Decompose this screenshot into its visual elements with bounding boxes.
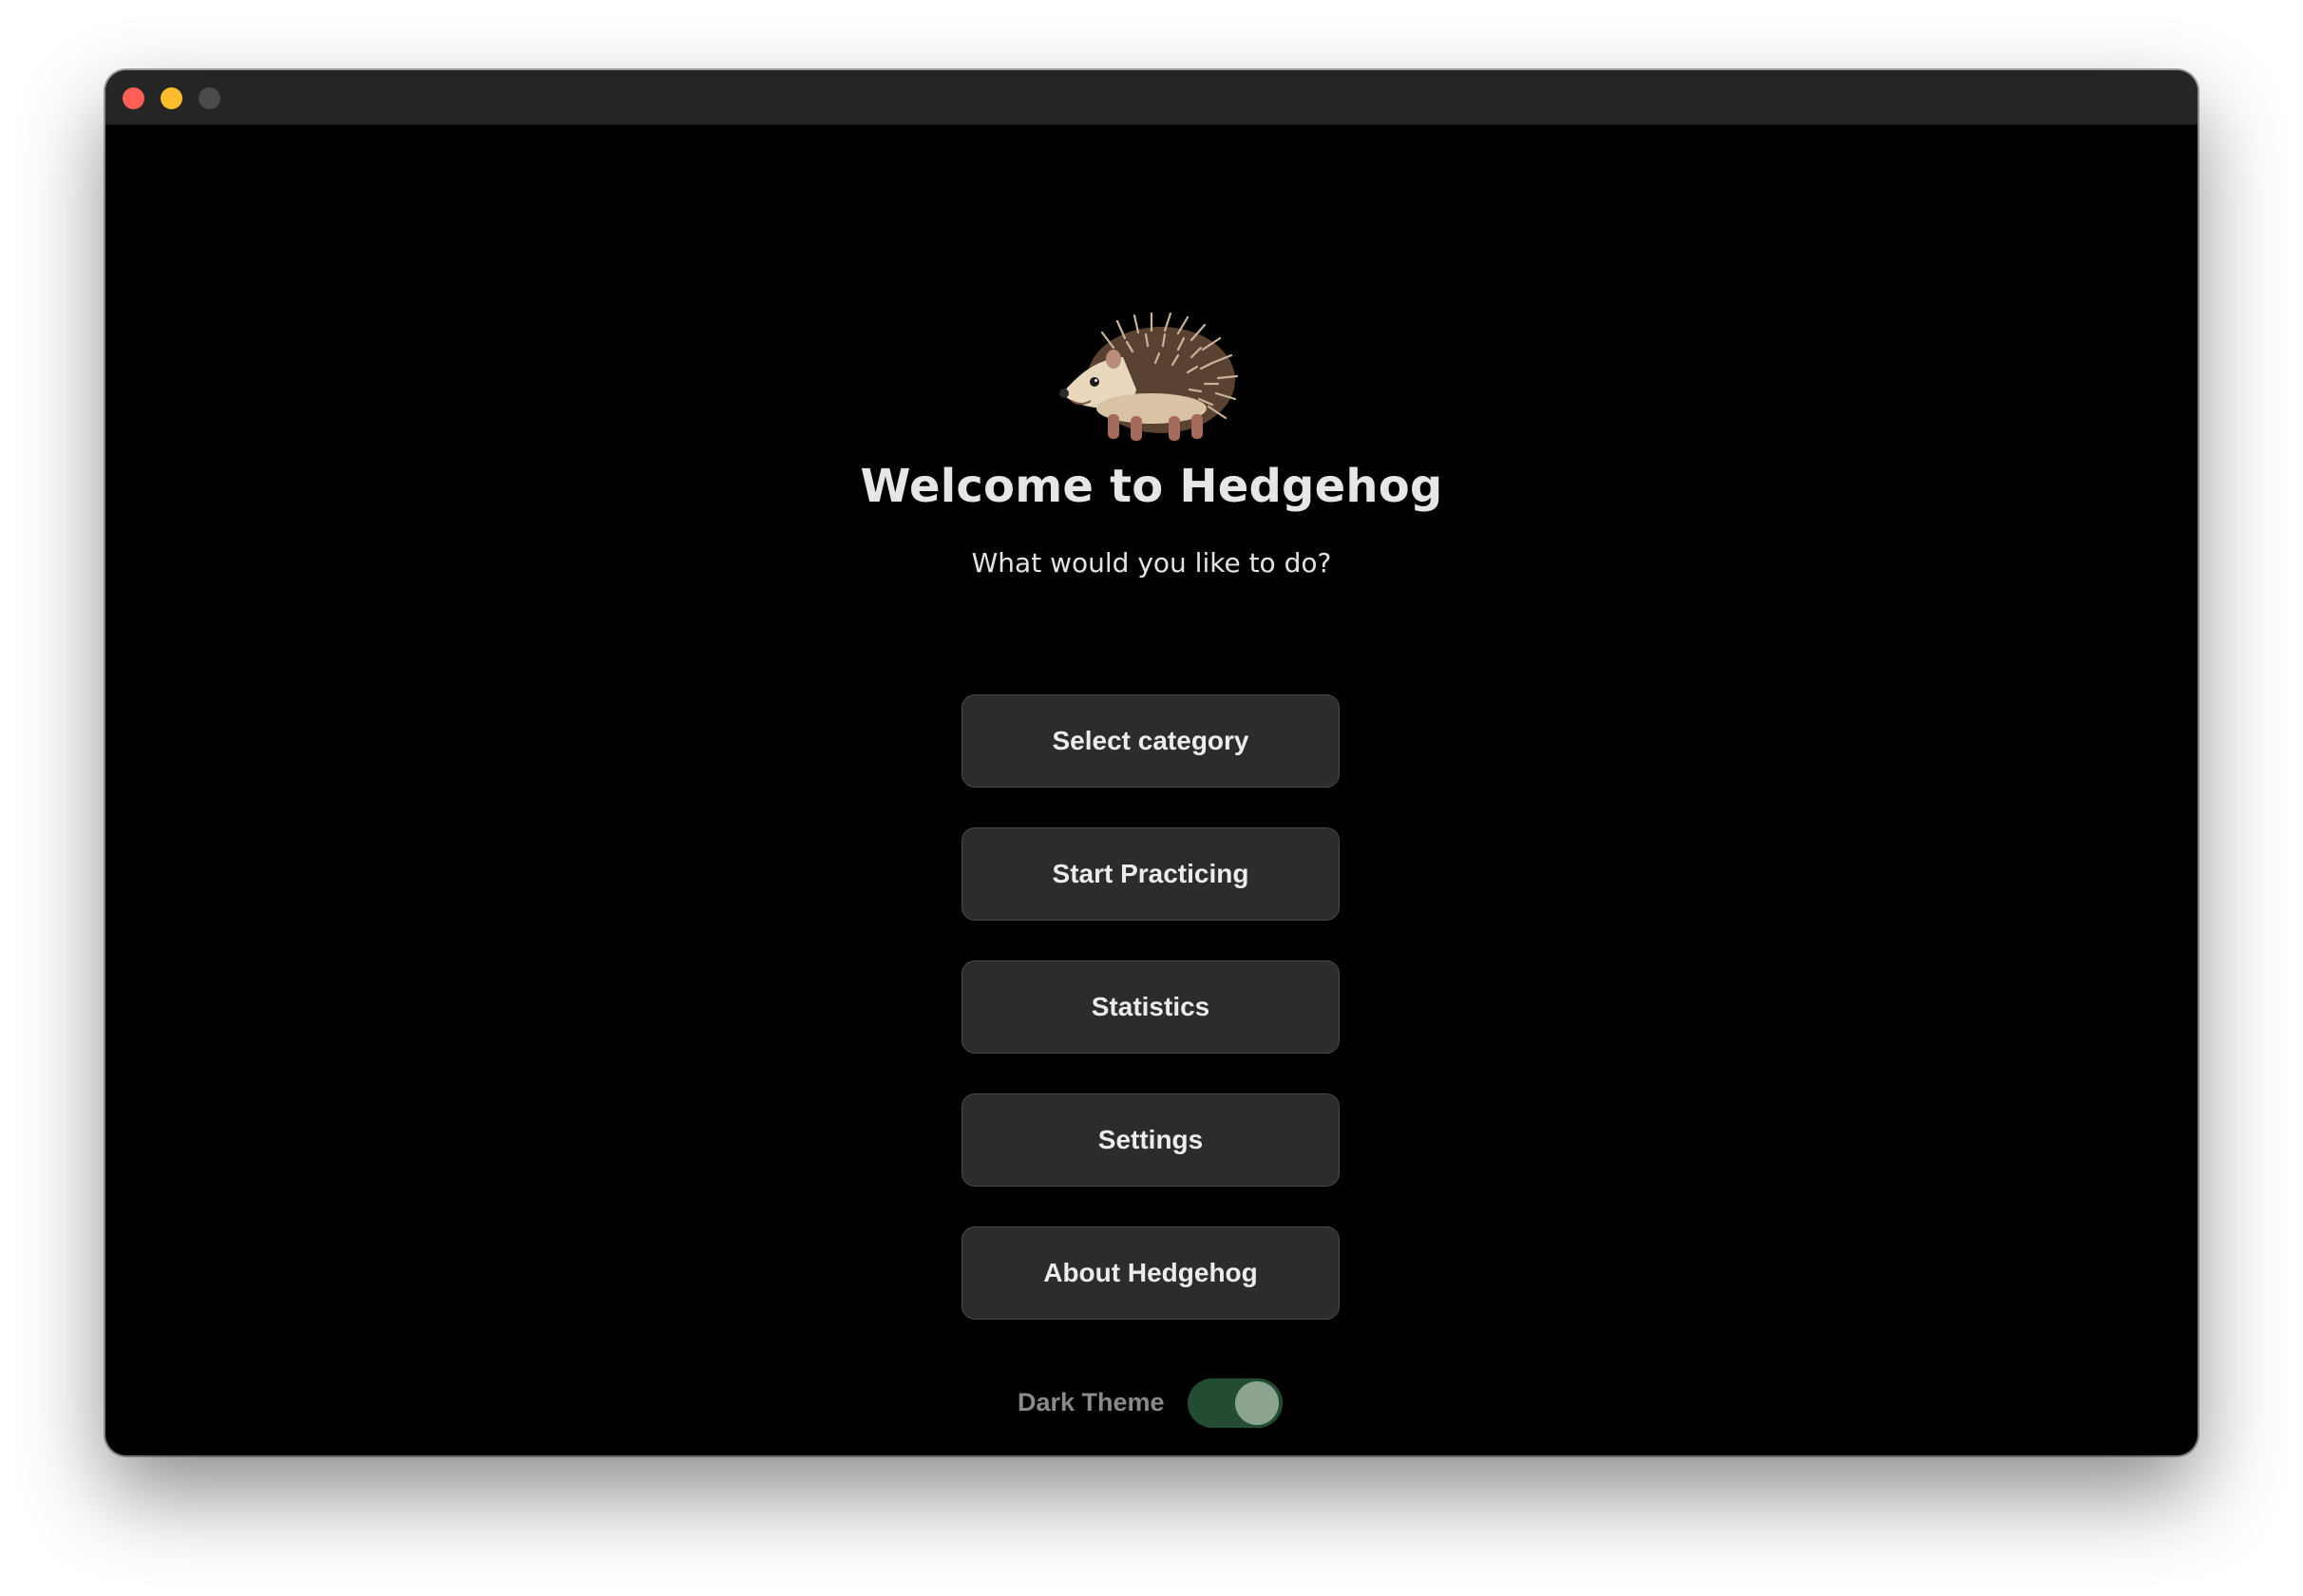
welcome-title: Welcome to Hedgehog xyxy=(860,460,1443,513)
welcome-subtitle: What would you like to do? xyxy=(971,547,1332,579)
select-category-button[interactable]: Select category xyxy=(961,694,1340,788)
minimize-window-button[interactable] xyxy=(161,87,182,109)
close-window-button[interactable] xyxy=(123,87,144,109)
hedgehog-icon xyxy=(1059,312,1239,441)
settings-button[interactable]: Settings xyxy=(961,1093,1340,1187)
dark-theme-row: Dark Theme xyxy=(105,1378,2198,1428)
toggle-knob xyxy=(1235,1381,1279,1425)
dark-theme-toggle[interactable] xyxy=(1188,1378,1283,1428)
dark-theme-label: Dark Theme xyxy=(1018,1388,1165,1416)
welcome-screen: Welcome to Hedgehog What would you like … xyxy=(105,124,2198,1455)
app-window: Welcome to Hedgehog What would you like … xyxy=(105,70,2198,1455)
zoom-window-button[interactable] xyxy=(199,87,220,109)
statistics-button[interactable]: Statistics xyxy=(961,960,1340,1054)
about-hedgehog-button[interactable]: About Hedgehog xyxy=(961,1226,1340,1320)
title-bar[interactable] xyxy=(105,70,2198,125)
start-practicing-button[interactable]: Start Practicing xyxy=(961,827,1340,921)
